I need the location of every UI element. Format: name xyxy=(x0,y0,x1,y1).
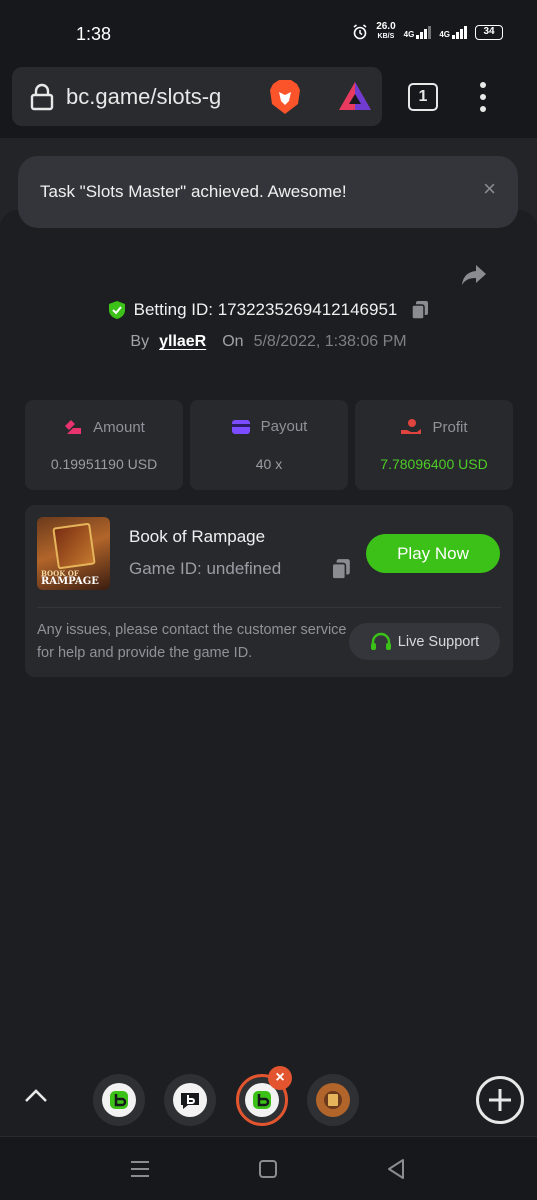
achievement-toast: Task "Slots Master" achieved. Awesome! × xyxy=(18,156,518,228)
share-icon[interactable] xyxy=(460,263,488,287)
status-bar: 1:38 26.0 KB/S 4G 4G 34 xyxy=(0,0,537,66)
live-support-label: Live Support xyxy=(397,633,480,650)
brave-lion-icon[interactable] xyxy=(268,78,302,116)
home-icon[interactable] xyxy=(258,1159,278,1179)
game-name: Book of Rampage xyxy=(129,527,266,546)
game-thumbnail[interactable]: BOOK OF RAMPAGE xyxy=(37,517,110,590)
on-label: On xyxy=(222,333,244,350)
bet-date: 5/8/2022, 1:38:06 PM xyxy=(253,333,407,350)
tab-game[interactable] xyxy=(307,1074,359,1126)
amount-value: 0.19951190 USD xyxy=(50,456,158,472)
by-label: By xyxy=(130,333,150,350)
lock-icon xyxy=(30,83,54,111)
amount-card: Amount 0.19951190 USD xyxy=(25,400,183,490)
user-link[interactable]: yllaeR xyxy=(159,333,206,351)
signal-1: 4G xyxy=(404,25,432,39)
tab-strip: × xyxy=(0,1062,537,1136)
url-text[interactable]: bc.game/slots-g xyxy=(66,84,252,110)
book-of-rampage-favicon-icon xyxy=(324,1091,342,1109)
bcgame-chat-favicon-icon xyxy=(181,1093,199,1109)
alarm-icon xyxy=(353,24,367,40)
browser-menu-button[interactable] xyxy=(479,82,487,112)
system-nav-bar xyxy=(0,1136,537,1200)
back-icon[interactable] xyxy=(386,1158,406,1180)
toast-close-button[interactable]: × xyxy=(483,176,496,202)
toast-message: Task "Slots Master" achieved. Awesome! xyxy=(40,182,347,201)
close-tab-button[interactable]: × xyxy=(268,1066,292,1090)
browser-toolbar: bc.game/slots-g 1 xyxy=(0,66,537,138)
tab-switcher-button[interactable]: 1 xyxy=(408,83,438,111)
profit-icon xyxy=(401,419,422,434)
copy-icon[interactable] xyxy=(411,300,429,320)
payout-label: Payout xyxy=(260,418,308,435)
status-time: 1:38 xyxy=(76,24,112,44)
book-art xyxy=(52,522,96,570)
profit-card: Profit 7.78096400 USD xyxy=(355,400,513,490)
payout-value: 40 x xyxy=(255,456,283,472)
thumbnail-caption: BOOK OF RAMPAGE xyxy=(41,569,99,587)
betting-id-row: Betting ID: 1732235269412146951 xyxy=(0,300,537,320)
amount-icon xyxy=(65,420,82,434)
game-id: Game ID: undefined xyxy=(129,559,282,578)
support-hint: Any issues, please contact the customer … xyxy=(37,622,347,661)
bet-meta-row: By yllaeR On 5/8/2022, 1:38:06 PM xyxy=(0,333,537,351)
payout-icon xyxy=(231,419,250,434)
address-bar[interactable]: bc.game/slots-g xyxy=(12,67,382,126)
tab-bcgame-1[interactable] xyxy=(93,1074,145,1126)
bcgame-favicon-icon xyxy=(110,1091,128,1109)
new-tab-button[interactable] xyxy=(476,1076,524,1124)
payout-card: Payout 40 x xyxy=(190,400,348,490)
game-card: BOOK OF RAMPAGE Book of Rampage Game ID: … xyxy=(25,505,513,677)
copy-icon[interactable] xyxy=(331,558,351,580)
signal-2: 4G xyxy=(439,25,467,39)
status-icons: 26.0 KB/S 4G 4G 34 xyxy=(352,22,503,42)
profit-value: 7.78096400 USD xyxy=(380,456,488,472)
play-now-button[interactable]: Play Now xyxy=(366,534,500,573)
brave-rewards-icon[interactable] xyxy=(338,80,372,112)
betting-id: Betting ID: 1732235269412146951 xyxy=(133,300,398,319)
tab-bcgame-2[interactable] xyxy=(164,1074,216,1126)
menu-icon[interactable] xyxy=(130,1159,150,1179)
amount-label: Amount xyxy=(93,418,145,436)
chevron-up-icon[interactable] xyxy=(24,1087,48,1103)
live-support-button[interactable]: Live Support xyxy=(349,623,500,660)
net-speed: 26.0 KB/S xyxy=(376,21,396,41)
verified-shield-icon xyxy=(108,301,125,319)
battery-icon: 34 xyxy=(475,24,503,40)
headset-icon xyxy=(370,632,391,650)
bcgame-favicon-icon xyxy=(253,1091,271,1109)
divider xyxy=(37,607,501,608)
profit-label: Profit xyxy=(432,418,468,436)
